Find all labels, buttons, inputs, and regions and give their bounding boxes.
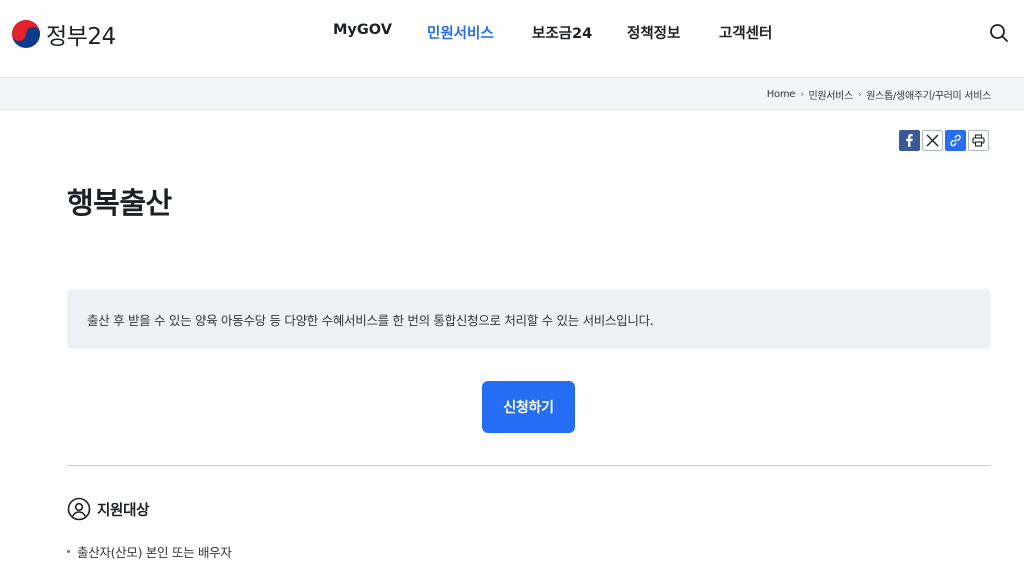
nav-subsidy24[interactable]: 보조금24 bbox=[532, 22, 592, 43]
eligibility-section-header: 지원대상 bbox=[67, 497, 149, 521]
site-header: 정부24 MyGOV 민원서비스 보조금24 정책정보 고객센터 bbox=[0, 0, 1024, 78]
chevron-right-icon: › bbox=[857, 89, 862, 100]
nav-policy-info[interactable]: 정책정보 bbox=[627, 22, 680, 43]
nav-customer-center[interactable]: 고객센터 bbox=[719, 22, 772, 43]
copy-link-button[interactable] bbox=[945, 130, 966, 151]
breadcrumb-bar: Home › 민원서비스 › 원스톱/생애주기/꾸러미 서비스 bbox=[0, 78, 1024, 110]
facebook-icon bbox=[906, 134, 913, 147]
nav-mygov[interactable]: MyGOV bbox=[333, 22, 392, 38]
list-item-text: 출산자(산모) 본인 또는 배우자 bbox=[77, 545, 232, 560]
list-item: 출산자(산모) 본인 또는 배우자 bbox=[67, 542, 232, 561]
nav-civil-services[interactable]: 민원서비스 bbox=[427, 22, 494, 43]
user-circle-icon bbox=[67, 497, 91, 521]
search-icon[interactable] bbox=[988, 22, 1010, 44]
breadcrumb-civil-services[interactable]: 민원서비스 bbox=[808, 87, 853, 102]
service-description-box: 출산 후 받을 수 있는 양육 아동수당 등 다양한 수혜서비스를 한 번의 통… bbox=[67, 289, 991, 349]
breadcrumb-current[interactable]: 원스톱/생애주기/꾸러미 서비스 bbox=[866, 87, 991, 102]
section-divider bbox=[67, 465, 991, 466]
apply-button[interactable]: 신청하기 bbox=[482, 381, 575, 433]
chevron-right-icon: › bbox=[800, 89, 804, 100]
share-tools bbox=[899, 130, 989, 151]
x-share-button[interactable] bbox=[922, 130, 943, 151]
section-title: 지원대상 bbox=[97, 502, 150, 519]
x-icon bbox=[926, 134, 939, 147]
page-title: 행복출산 bbox=[67, 186, 172, 220]
service-description: 출산 후 받을 수 있는 양육 아동수당 등 다양한 수혜서비스를 한 번의 통… bbox=[87, 313, 654, 328]
link-icon bbox=[950, 134, 961, 147]
breadcrumb: Home › 민원서비스 › 원스톱/생애주기/꾸러미 서비스 bbox=[767, 87, 992, 102]
breadcrumb-home[interactable]: Home bbox=[767, 89, 796, 100]
facebook-share-button[interactable] bbox=[899, 130, 920, 151]
print-icon bbox=[972, 134, 985, 147]
bullet-icon bbox=[67, 550, 70, 553]
main-nav: MyGOV 민원서비스 보조금24 정책정보 고객센터 bbox=[0, 0, 1024, 64]
print-button[interactable] bbox=[968, 130, 989, 151]
eligibility-list: 출산자(산모) 본인 또는 배우자 bbox=[67, 542, 232, 561]
